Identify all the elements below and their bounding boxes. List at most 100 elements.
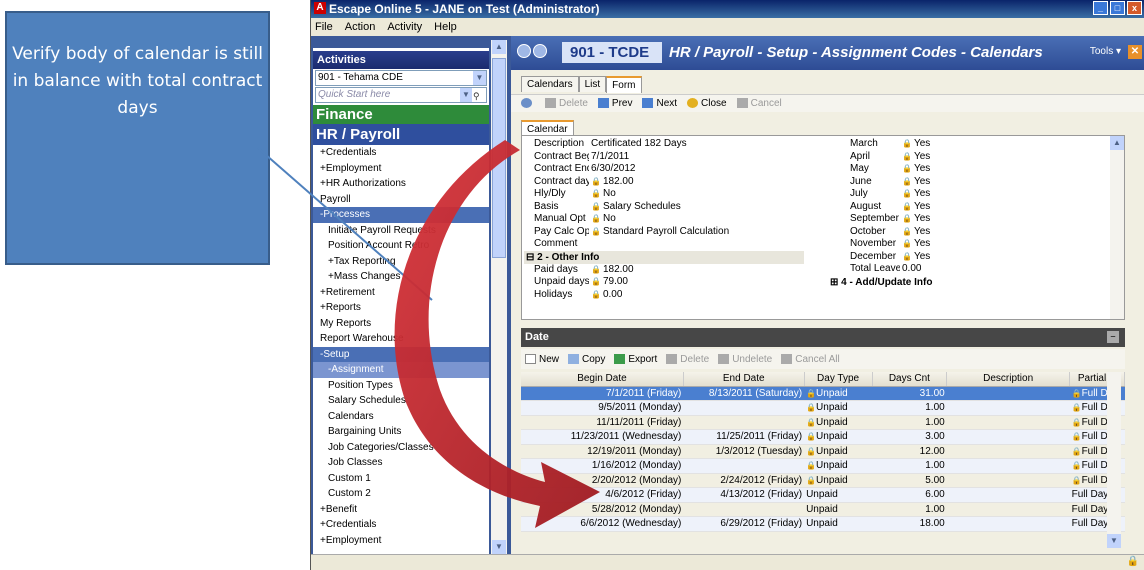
next-button[interactable]: Next [642,98,677,109]
sidebar-item[interactable]: Calendars [313,409,489,425]
scroll-thumb[interactable] [492,58,506,258]
col-days-cnt[interactable]: Days Cnt [872,372,948,387]
tab-calendars[interactable]: Calendars [521,76,579,92]
sidebar-item[interactable]: +Credentials [313,517,489,533]
col-day-type[interactable]: Day Type [804,372,873,387]
field-value[interactable] [589,238,591,251]
sidebar-item[interactable]: -Processes [313,207,489,223]
cell-desc[interactable] [946,473,1070,488]
cell-begin[interactable]: 5/28/2012 (Monday) [521,502,684,517]
sidebar-item[interactable]: Position Types [313,378,489,394]
field-value[interactable]: 🔒 No [589,188,616,201]
quick-start-input[interactable]: Quick Start here ▼ ⚲ [315,87,487,103]
tab-form[interactable]: Form [606,76,642,93]
table-row[interactable]: 4/6/2012 (Friday) 4/13/2012 (Friday) Unpai… [521,487,1125,503]
cell-begin[interactable]: 12/19/2011 (Monday) [521,444,684,459]
cell-desc[interactable] [946,386,1070,401]
field-value[interactable]: 0.00 [900,263,921,276]
table-row[interactable]: 1/16/2012 (Monday) 🔒Unpaid 1.00 🔒Full Day [521,458,1125,474]
sidebar-item[interactable]: My Reports [313,316,489,332]
sidebar-item[interactable]: Custom 1 [313,471,489,487]
sidebar-item[interactable]: -Assignment [313,362,489,378]
table-row[interactable]: 2/20/2012 (Monday) 2/24/2012 (Friday) 🔒Unp… [521,473,1125,488]
field-value[interactable]: 🔒 Yes [900,176,930,189]
field-value[interactable]: 🔒 Salary Schedules [589,201,681,214]
field-value[interactable]: 🔒 0.00 [589,289,622,302]
cell-desc[interactable] [946,400,1070,416]
expand-icon[interactable]: ⊞ [830,277,841,288]
cell-desc[interactable] [946,487,1070,503]
cell-begin[interactable]: 7/1/2011 (Friday) [521,386,684,401]
field-value[interactable]: Certificated 182 Days [589,138,687,151]
sidebar-item[interactable]: +Employment [313,533,489,549]
grid-scrollbar[interactable]: ▼ [1107,372,1121,548]
cell-type[interactable]: 🔒Unpaid [804,415,873,430]
collapse-icon[interactable]: – [1107,331,1119,343]
cell-desc[interactable] [946,444,1070,459]
cell-desc[interactable] [946,458,1070,474]
table-row[interactable]: 5/28/2012 (Monday) Unpaid 1.00 Full Day [521,502,1125,517]
cell-days[interactable]: 31.00 [872,386,947,401]
sidebar-scrollbar[interactable]: ▲ ▼ [491,40,507,554]
cell-end[interactable]: 6/29/2012 (Friday) [683,516,805,532]
cell-end[interactable]: 4/13/2012 (Friday) [683,487,805,503]
cell-begin[interactable]: 9/5/2011 (Monday) [521,400,684,416]
col-end-date[interactable]: End Date [683,372,805,387]
sidebar-item[interactable]: Job Classes [313,455,489,471]
cell-end[interactable]: 1/3/2012 (Tuesday) [683,444,805,459]
finance-section[interactable]: Finance [313,105,489,124]
field-value[interactable]: 🔒 Yes [900,226,930,239]
field-value[interactable]: 🔒 182.00 [589,264,634,277]
menu-help[interactable]: Help [434,18,457,36]
sidebar-item[interactable]: +Credentials [313,145,489,161]
col-begin-date[interactable]: Begin Date [521,372,684,387]
table-row[interactable]: 12/19/2011 (Monday) 1/3/2012 (Tuesday) 🔒Un… [521,444,1125,459]
close-button[interactable]: Close [687,98,727,109]
cell-desc[interactable] [946,502,1070,517]
cell-type[interactable]: 🔒Unpaid [804,429,873,445]
group-add-update-info[interactable]: ⊞ 4 - Add/Update Info [828,275,1122,289]
new-button[interactable]: New [525,354,559,365]
cell-type[interactable]: Unpaid [804,516,873,532]
cancel-button[interactable]: Cancel [736,98,782,109]
sidebar-item[interactable]: Payroll [313,192,489,208]
field-value[interactable]: 7/1/2011 [589,151,629,164]
arrow-right-icon[interactable] [533,44,547,58]
sidebar-item[interactable]: +Mass Changes [313,269,489,285]
table-row[interactable]: 9/5/2011 (Monday) 🔒Unpaid 1.00 🔒Full Day [521,400,1125,416]
tab-calendar[interactable]: Calendar [521,120,574,136]
group-other-info[interactable]: ⊟ 2 - Other Info [524,250,804,264]
sidebar-item[interactable]: Bargaining Units [313,424,489,440]
cell-type[interactable]: 🔒Unpaid [804,400,873,416]
minimize-button[interactable]: _ [1093,1,1108,15]
sidebar-item[interactable]: +Retirement [313,285,489,301]
sidebar-item[interactable]: +Reports [313,300,489,316]
close-icon[interactable]: ✕ [1128,45,1142,59]
sidebar-item[interactable]: +HR Authorizations [313,176,489,192]
cell-days[interactable]: 1.00 [872,400,947,416]
form-scrollbar[interactable]: ▲ [1110,136,1124,319]
cell-type[interactable]: Unpaid [804,502,873,517]
field-value[interactable]: 🔒 Yes [900,163,930,176]
chevron-down-icon[interactable]: ▼ [473,71,486,85]
menu-activity[interactable]: Activity [387,18,422,36]
close-window-button[interactable]: x [1127,1,1142,15]
undelete-button[interactable]: Undelete [718,354,772,365]
cell-end[interactable]: 11/25/2011 (Friday) [683,429,805,445]
cell-desc[interactable] [946,415,1070,430]
cell-desc[interactable] [946,429,1070,445]
district-select[interactable]: 901 - Tehama CDE ▼ [315,70,487,86]
cell-end[interactable] [683,458,805,474]
cell-type[interactable]: 🔒Unpaid [804,473,873,488]
sidebar-item[interactable]: Report Warehouse [313,331,489,347]
cell-desc[interactable] [946,516,1070,532]
cell-end[interactable]: 2/24/2012 (Friday) [683,473,805,488]
preview-icon[interactable] [521,98,535,109]
field-value[interactable]: 🔒 Yes [900,201,930,214]
field-value[interactable]: 🔒 Yes [900,138,930,151]
field-value[interactable]: 🔒 Yes [900,151,930,164]
cell-days[interactable]: 1.00 [872,415,947,430]
cell-end[interactable] [683,502,805,517]
tab-list[interactable]: List [578,76,607,92]
field-value[interactable]: 🔒 Yes [900,188,930,201]
